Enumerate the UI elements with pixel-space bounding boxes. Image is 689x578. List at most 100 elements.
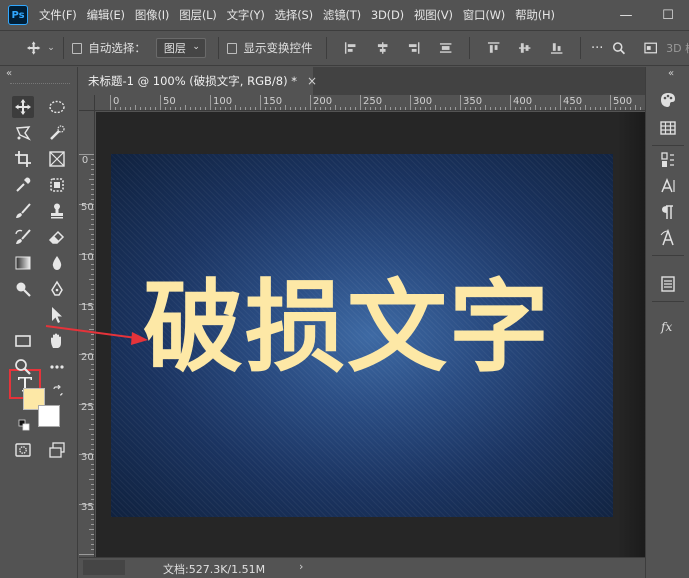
status-menu-arrow-icon[interactable]: ›: [299, 560, 303, 573]
adjustments-icon: [661, 152, 674, 167]
clone-stamp-tool[interactable]: [46, 200, 68, 222]
divider: [468, 37, 470, 59]
eyedropper-icon: [16, 177, 31, 192]
default-colors-icon[interactable]: [18, 419, 30, 431]
screen-mode-tool[interactable]: [46, 439, 68, 461]
divider: [652, 145, 684, 146]
pen-tool[interactable]: [46, 278, 68, 300]
maximize-button[interactable]: ☐: [647, 0, 689, 30]
glyphs-panel-button[interactable]: [657, 227, 679, 249]
menu-help[interactable]: 帮助(H): [510, 7, 560, 23]
character-panel-button[interactable]: [657, 175, 679, 197]
adjustments-panel-button[interactable]: [657, 149, 679, 171]
menu-3d[interactable]: 3D(D): [366, 8, 409, 22]
quick-selection-tool[interactable]: [46, 122, 68, 144]
eraser-tool[interactable]: [46, 226, 68, 248]
ruler-label: 100: [81, 252, 94, 263]
align-middle-vertical-icon[interactable]: [518, 41, 531, 55]
lasso-tool[interactable]: [12, 122, 34, 144]
minimize-button[interactable]: —: [605, 0, 647, 30]
horizontal-ruler[interactable]: 0 50 100 150 200 250 300 350 400 450 500: [79, 95, 645, 111]
crop-tool[interactable]: [12, 148, 34, 170]
document-tab[interactable]: 未标题-1 @ 100% (破损文字, RGB/8) * ×: [79, 67, 317, 95]
distribute-icon[interactable]: [439, 41, 452, 55]
right-panel-dock: « fx: [645, 67, 689, 578]
move-tool-icon[interactable]: [26, 40, 41, 56]
more-options-icon[interactable]: ···: [591, 41, 603, 56]
menu-select[interactable]: 选择(S): [270, 7, 318, 23]
marquee-tool[interactable]: [46, 96, 68, 118]
menu-view[interactable]: 视图(V): [409, 7, 458, 23]
menu-file[interactable]: 文件(F): [34, 7, 82, 23]
collapse-icon[interactable]: «: [668, 68, 674, 79]
divider: [580, 37, 581, 59]
menu-window[interactable]: 窗口(W): [458, 7, 510, 23]
align-right-icon[interactable]: [407, 41, 420, 55]
dodge-tool[interactable]: [12, 278, 34, 300]
canvas-workspace[interactable]: 破损文字: [96, 112, 645, 557]
properties-panel-button[interactable]: [657, 273, 679, 295]
ruler-label: 0: [81, 155, 89, 166]
canvas-text-layer[interactable]: 破损文字: [143, 272, 583, 384]
quick-mask-tool[interactable]: [12, 439, 34, 461]
more-tools[interactable]: [46, 356, 68, 378]
ruler-label: 250: [81, 402, 94, 413]
zoom-tool[interactable]: [12, 356, 34, 378]
ruler-label: 350: [463, 96, 483, 107]
ruler-label: 300: [81, 452, 94, 463]
menu-layer[interactable]: 图层(L): [174, 7, 221, 23]
align-left-icon[interactable]: [344, 41, 357, 55]
search-icon[interactable]: [612, 41, 626, 55]
photoshop-logo: Ps: [8, 5, 28, 25]
auto-select-checkbox[interactable]: [71, 42, 83, 54]
glyphs-icon: [660, 229, 674, 246]
eyedropper-tool[interactable]: [12, 174, 34, 196]
divider: [217, 37, 219, 59]
show-transform-label: 显示变换控件: [243, 41, 313, 55]
ruler-label: 250: [363, 96, 383, 107]
rectangle-tool[interactable]: [12, 330, 34, 352]
history-brush-tool[interactable]: [12, 226, 34, 248]
styles-panel-button[interactable]: fx: [657, 315, 679, 337]
blur-tool[interactable]: [46, 252, 68, 274]
menu-type[interactable]: 文字(Y): [222, 7, 270, 23]
close-icon[interactable]: ×: [307, 74, 317, 88]
menu-image[interactable]: 图像(I): [130, 7, 174, 23]
show-transform-checkbox[interactable]: [226, 42, 238, 54]
align-center-horizontal-icon[interactable]: [376, 41, 389, 55]
quick-selection-icon: [50, 125, 65, 140]
layer-select-dropdown[interactable]: 图层 ⌄: [155, 38, 206, 58]
ruler-label: 150: [81, 302, 94, 313]
swap-colors-icon[interactable]: [52, 385, 64, 397]
stamp-icon: [51, 203, 63, 219]
zoom-field[interactable]: [83, 560, 125, 575]
ruler-origin[interactable]: [79, 95, 95, 111]
chevron-down-icon[interactable]: ⌄: [47, 43, 55, 53]
screen-mode-icon: [49, 442, 65, 458]
gradient-tool[interactable]: [12, 252, 34, 274]
align-top-icon[interactable]: [487, 41, 500, 55]
ruler-label: 350: [81, 502, 94, 513]
panel-grip: [10, 83, 70, 85]
color-panel-button[interactable]: [657, 89, 679, 111]
menu-edit[interactable]: 编辑(E): [82, 7, 130, 23]
document-tab-bar: 未标题-1 @ 100% (破损文字, RGB/8) * ×: [79, 67, 645, 95]
move-tool[interactable]: [12, 96, 34, 118]
swatches-panel-button[interactable]: [657, 117, 679, 139]
menu-filter[interactable]: 滤镜(T): [318, 7, 366, 23]
ruler-label: 150: [263, 96, 283, 107]
healing-brush-tool[interactable]: [46, 174, 68, 196]
align-bottom-icon[interactable]: [550, 41, 563, 55]
eraser-icon: [48, 230, 65, 244]
collapse-icon[interactable]: «: [6, 68, 12, 79]
fx-icon: fx: [660, 320, 672, 334]
background-color-swatch[interactable]: [38, 405, 60, 427]
frame-tool[interactable]: [46, 148, 68, 170]
paragraph-panel-button[interactable]: [657, 201, 679, 223]
frame-icon: [49, 151, 65, 167]
quick-mask-icon: [15, 443, 31, 457]
workspace-icon[interactable]: [644, 41, 657, 55]
auto-select-label: 自动选择：: [88, 41, 146, 55]
document-canvas[interactable]: 破损文字: [111, 154, 613, 517]
brush-tool[interactable]: [12, 200, 34, 222]
